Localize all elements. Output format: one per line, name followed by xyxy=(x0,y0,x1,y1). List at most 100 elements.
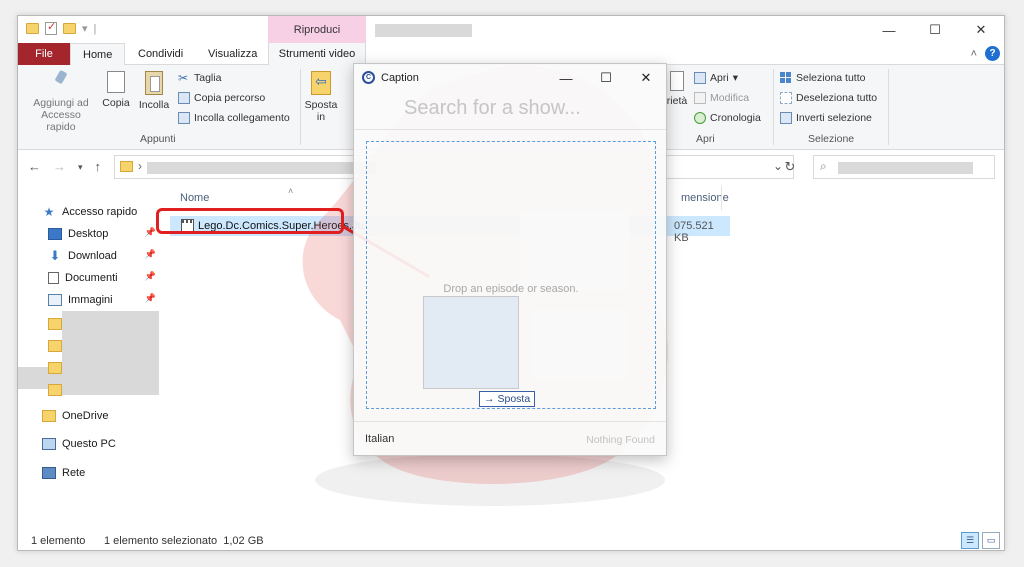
tab-visualizza[interactable]: Visualizza xyxy=(196,43,269,65)
drop-zone[interactable]: Drop an episode or season. → Sposta xyxy=(366,141,656,409)
refresh-icon[interactable]: ↻ xyxy=(778,155,802,179)
close-icon[interactable]: ✕ xyxy=(626,64,666,92)
computer-icon xyxy=(42,438,56,450)
search-icon: ⌕ xyxy=(820,159,827,173)
properties-icon[interactable] xyxy=(45,20,57,35)
language-selector[interactable]: Italian xyxy=(365,433,394,445)
paste-shortcut-button[interactable]: Incolla collegamento xyxy=(178,112,290,124)
star-icon: ★ xyxy=(43,205,55,219)
pin-icon[interactable]: 📌 xyxy=(145,249,156,260)
nav-label: Questo PC xyxy=(62,438,116,450)
download-icon: ⬇ xyxy=(49,248,61,263)
desktop-icon xyxy=(48,228,62,240)
pictures-icon xyxy=(48,294,62,306)
edit-label: Modifica xyxy=(710,92,750,104)
breadcrumb-chevron-icon[interactable]: › xyxy=(138,159,142,173)
pin-icon xyxy=(52,71,70,93)
pin-quick-access-label: Aggiungi ad Accesso rapido xyxy=(33,97,89,133)
minimize-icon[interactable]: — xyxy=(546,64,586,92)
ribbon-tabs: File Home Condividi Visualizza Strumenti… xyxy=(18,43,1004,66)
pin-icon[interactable]: 📌 xyxy=(145,293,156,304)
forward-arrow-icon[interactable]: → xyxy=(53,159,66,174)
details-view-icon[interactable]: ☰ xyxy=(961,532,979,549)
paste-icon xyxy=(145,71,163,95)
group-label-selezione: Selezione xyxy=(808,133,855,145)
history-label: Cronologia xyxy=(710,112,761,124)
move-to-label: Sposta in xyxy=(304,99,338,123)
folder-icon[interactable] xyxy=(26,23,39,34)
qat-divider: | xyxy=(93,22,97,35)
sort-ascending-icon: ˄ xyxy=(288,186,294,196)
select-all-button[interactable]: Seleziona tutto xyxy=(780,72,865,84)
maximize-icon[interactable]: ☐ xyxy=(586,64,626,92)
properties-icon xyxy=(670,71,684,91)
onedrive-icon xyxy=(42,410,56,422)
file-size: 075.521 KB xyxy=(674,220,714,244)
large-icons-view-icon[interactable]: ▭ xyxy=(982,532,1000,549)
back-arrow-icon[interactable]: ← xyxy=(28,159,41,174)
divider xyxy=(354,129,666,130)
new-folder-icon[interactable] xyxy=(63,23,76,34)
tab-home[interactable]: Home xyxy=(70,43,126,66)
group-label-appunti: Appunti xyxy=(140,133,176,145)
copy-icon xyxy=(107,71,125,93)
pin-quick-access-button[interactable]: Aggiungi ad Accesso rapido xyxy=(26,71,96,133)
paste-button[interactable]: Incolla xyxy=(136,71,172,111)
folder-icon xyxy=(48,318,62,330)
edit-button[interactable]: Modifica xyxy=(694,92,749,104)
column-header-nome[interactable]: Nome xyxy=(180,192,209,204)
minimize-icon[interactable]: — xyxy=(866,16,912,44)
open-button[interactable]: Apri ▾ xyxy=(694,72,738,84)
drop-hint: Drop an episode or season. xyxy=(443,283,579,295)
properties-button[interactable]: rietà xyxy=(664,71,690,107)
move-arrow-icon: → xyxy=(484,393,495,405)
window-title-redacted xyxy=(375,24,472,37)
tab-condividi[interactable]: Condividi xyxy=(126,43,195,65)
help-icon[interactable]: ? xyxy=(985,46,1000,61)
ribbon-divider xyxy=(888,69,889,145)
pin-icon[interactable]: 📌 xyxy=(145,271,156,282)
invert-selection-button[interactable]: Inverti selezione xyxy=(780,112,872,124)
up-arrow-icon[interactable]: ↑ xyxy=(95,159,102,174)
copy-path-button[interactable]: Copia percorso xyxy=(178,92,265,104)
nav-item-documenti[interactable]: Documenti 📌 xyxy=(48,268,162,288)
nav-label: Download xyxy=(68,250,117,262)
move-to-icon xyxy=(311,71,331,95)
nav-arrows: ← → ▾ ↑ xyxy=(28,159,101,174)
qat-dropdown-icon[interactable]: ▾ xyxy=(82,22,88,35)
nav-label: Immagini xyxy=(68,294,113,306)
nav-label: OneDrive xyxy=(62,410,109,422)
folder-icon xyxy=(48,384,62,396)
caption-window: C Caption — ☐ ✕ Drop an episode or seaso… xyxy=(353,63,667,456)
column-divider[interactable] xyxy=(721,186,722,210)
navigation-pane: ★ Accesso rapido Desktop 📌 ⬇ Download 📌 … xyxy=(18,184,164,534)
deselect-all-button[interactable]: Deseleziona tutto xyxy=(780,92,877,104)
nav-label: Accesso rapido xyxy=(62,206,138,218)
show-search-input[interactable] xyxy=(404,93,644,123)
deselect-all-label: Deseleziona tutto xyxy=(796,92,878,104)
search-box[interactable]: ⌕ xyxy=(813,155,995,179)
invert-selection-label: Inverti selezione xyxy=(796,112,872,124)
search-placeholder-redacted xyxy=(838,162,973,174)
caption-logo-icon: C xyxy=(362,71,375,84)
recent-locations-icon[interactable]: ▾ xyxy=(78,162,83,174)
maximize-icon[interactable]: ☐ xyxy=(912,16,958,44)
copy-button[interactable]: Copia xyxy=(100,71,132,109)
close-icon[interactable]: ✕ xyxy=(958,16,1004,44)
caption-title-bar: C Caption — ☐ ✕ xyxy=(354,64,666,92)
status-bar: 1 elemento 1 elemento selezionato 1,02 G… xyxy=(18,530,1004,550)
divider xyxy=(354,421,666,422)
nav-item-download[interactable]: ⬇ Download 📌 xyxy=(48,246,162,266)
nav-item-desktop[interactable]: Desktop 📌 xyxy=(48,224,162,244)
history-icon xyxy=(694,112,706,124)
pin-icon[interactable]: 📌 xyxy=(145,227,156,238)
move-to-button[interactable]: Sposta in xyxy=(304,71,338,123)
collapse-ribbon-icon[interactable]: ˄ xyxy=(971,48,977,60)
item-count: 1 elemento xyxy=(31,535,86,547)
nav-item-immagini[interactable]: Immagini 📌 xyxy=(48,290,162,310)
history-button[interactable]: Cronologia xyxy=(694,112,761,124)
tab-strumenti-video[interactable]: Strumenti video xyxy=(268,43,366,65)
open-label: Apri xyxy=(710,72,729,84)
tab-file[interactable]: File xyxy=(18,43,70,65)
cut-button[interactable]: ✂ Taglia xyxy=(178,72,221,84)
